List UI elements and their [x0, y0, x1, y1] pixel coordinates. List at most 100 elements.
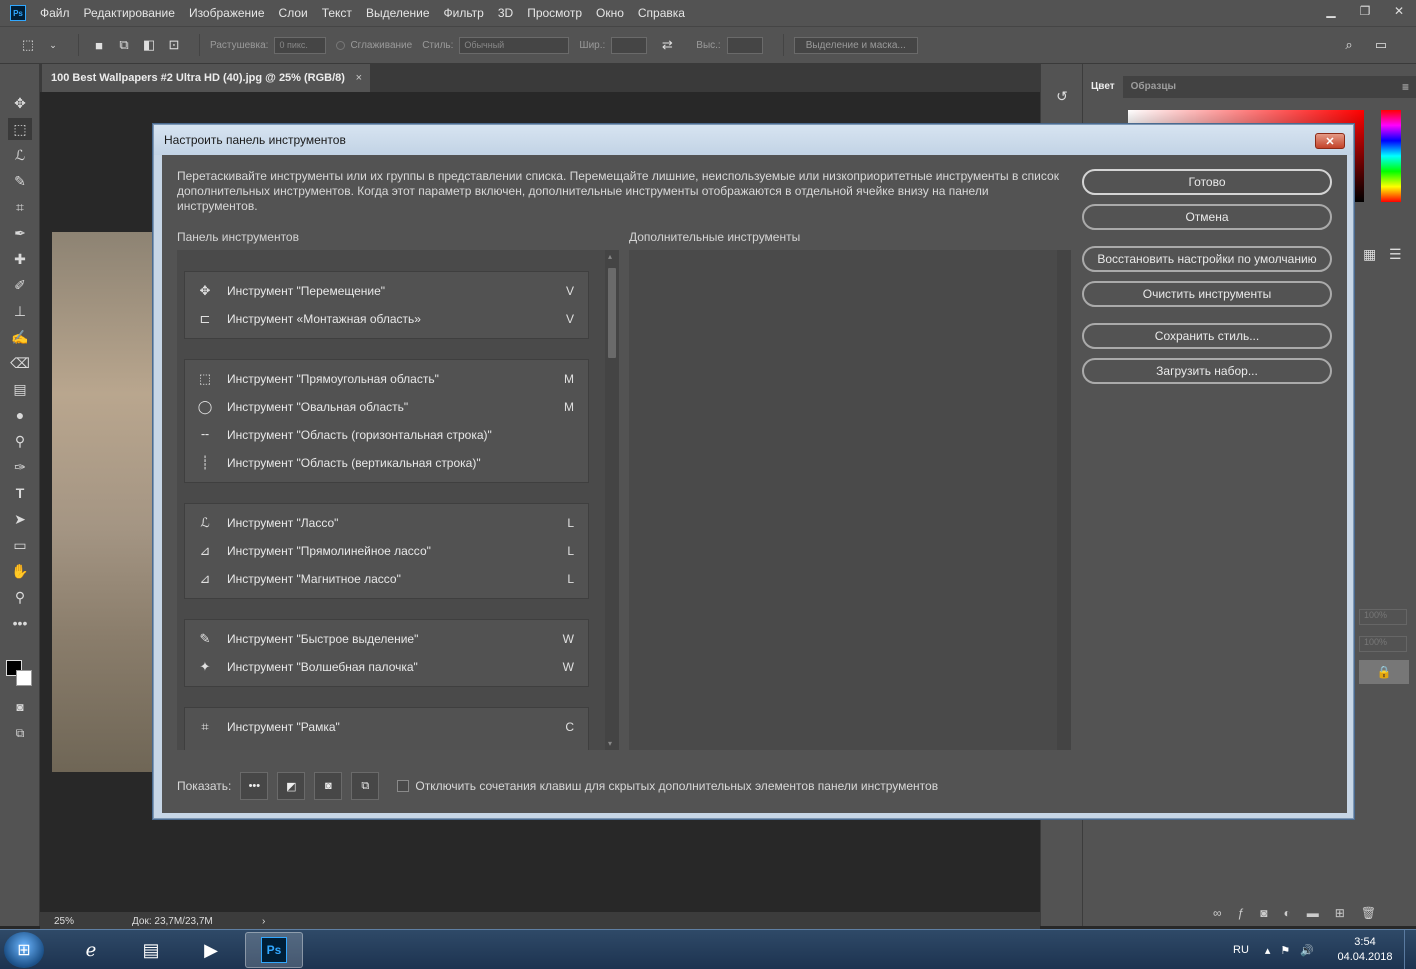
healing-tool-icon[interactable]: ✚ — [8, 248, 32, 270]
document-tab[interactable]: 100 Best Wallpapers #2 Ultra HD (40).jpg… — [42, 64, 370, 92]
add-mask-icon[interactable]: ◙ — [1260, 906, 1267, 920]
screen-mode-icon[interactable]: ⧉ — [351, 772, 380, 800]
list-item[interactable]: ╌ Инструмент "Область (горизонтальная ст… — [185, 421, 590, 449]
adjustment-layer-icon[interactable]: ◐ — [1284, 906, 1291, 920]
status-arrow-icon[interactable]: › — [262, 916, 265, 927]
quick-mask-icon[interactable]: ◙ — [8, 696, 32, 718]
tab-color[interactable]: Цвет — [1083, 76, 1123, 98]
close-window-icon[interactable]: ✕ — [1382, 0, 1416, 22]
hue-slider[interactable] — [1381, 110, 1401, 202]
style-select[interactable]: Обычный — [459, 36, 570, 54]
list-item[interactable]: ⊿ Инструмент "Прямолинейное лассо" L — [185, 537, 590, 565]
menu-help[interactable]: Справка — [638, 6, 685, 20]
list-item[interactable]: ◯ Инструмент "Овальная область" M — [185, 393, 590, 421]
list-item[interactable]: ✦ Инструмент "Волшебная палочка" W — [185, 653, 590, 681]
height-input[interactable] — [726, 36, 763, 54]
gradient-tool-icon[interactable]: ▤ — [8, 378, 32, 400]
pen-tool-icon[interactable]: ✑ — [8, 456, 32, 478]
clock[interactable]: 3:54 04.04.2018 — [1330, 935, 1400, 965]
intersect-selection-icon[interactable]: ⊡ — [164, 35, 184, 55]
link-layers-icon[interactable]: ∞ — [1213, 906, 1222, 920]
network-icon[interactable]: ⚑ — [1280, 944, 1290, 957]
move-tool-icon[interactable]: ✥ — [8, 92, 32, 114]
menu-file[interactable]: Файл — [40, 6, 70, 20]
search-icon[interactable]: ⌕ — [1339, 35, 1359, 55]
brush-tool-icon[interactable]: ✐ — [8, 274, 32, 296]
file-explorer-icon[interactable]: ▤ — [122, 932, 180, 968]
delete-layer-icon[interactable]: 🗑 — [1361, 906, 1376, 920]
minimize-icon[interactable]: ▁ — [1314, 0, 1348, 22]
scroll-up-icon[interactable]: ▴ — [608, 252, 612, 261]
disable-shortcuts-checkbox[interactable] — [397, 780, 410, 792]
scroll-down-icon[interactable]: ▾ — [608, 739, 612, 748]
width-input[interactable] — [611, 36, 648, 54]
cancel-button[interactable]: Отмена — [1082, 204, 1332, 230]
internet-explorer-icon[interactable]: ℯ — [62, 932, 120, 968]
background-color-swatch[interactable] — [16, 670, 32, 686]
tool-group-marquee[interactable]: ⬚ Инструмент "Прямоугольная область" M ◯… — [184, 359, 589, 483]
quick-mask-icon[interactable]: ◙ — [314, 772, 343, 800]
list-item[interactable]: ┊ Инструмент "Область (вертикальная стро… — [185, 449, 590, 477]
list-view-icon[interactable]: ☰ — [1389, 246, 1402, 263]
extra-tools-list[interactable] — [629, 250, 1071, 750]
type-tool-icon[interactable]: T — [8, 482, 32, 504]
rectangle-tool-icon[interactable]: ▭ — [8, 534, 32, 556]
list-scrollbar[interactable]: ▴ ▾ — [605, 250, 619, 750]
opacity-field[interactable]: 100% — [1359, 609, 1407, 625]
list-item[interactable]: ✎ Инструмент "Быстрое выделение" W — [185, 625, 590, 653]
extra-list-scrollbar[interactable] — [1057, 250, 1071, 750]
color-swatches-icon[interactable]: ◩ — [277, 772, 306, 800]
menu-layers[interactable]: Слои — [279, 6, 308, 20]
hand-tool-icon[interactable]: ✋ — [8, 560, 32, 582]
clear-tools-button[interactable]: Очистить инструменты — [1082, 281, 1332, 307]
new-selection-icon[interactable]: ■ — [89, 35, 109, 55]
menu-edit[interactable]: Редактирование — [84, 6, 175, 20]
blur-tool-icon[interactable]: ● — [8, 404, 32, 426]
subtract-selection-icon[interactable]: ◧ — [139, 35, 159, 55]
workspace-icon[interactable]: ▭ — [1371, 35, 1391, 55]
list-item[interactable]: ⬚ Инструмент "Прямоугольная область" M — [185, 365, 590, 393]
scrollbar-thumb[interactable] — [608, 268, 616, 358]
load-preset-button[interactable]: Загрузить набор... — [1082, 358, 1332, 384]
marquee-preset-icon[interactable]: ⬚ — [18, 35, 38, 55]
close-tab-icon[interactable]: × — [356, 72, 362, 84]
panel-menu-icon[interactable]: ≡ — [1402, 76, 1409, 98]
feather-input[interactable]: 0 пикс. — [274, 36, 327, 54]
toolbar-tool-list[interactable]: ✥ Инструмент "Перемещение" V ⊏ Инструмен… — [177, 250, 619, 750]
list-item[interactable]: ✥ Инструмент "Перемещение" V — [185, 277, 590, 305]
menu-image[interactable]: Изображение — [189, 6, 265, 20]
tab-swatches[interactable]: Образцы — [1123, 76, 1184, 98]
history-panel-icon[interactable]: ↺ — [1051, 88, 1073, 110]
eraser-tool-icon[interactable]: ⌫ — [8, 352, 32, 374]
tool-group-lasso[interactable]: ℒ Инструмент "Лассо" L ⊿ Инструмент "Пря… — [184, 503, 589, 599]
add-selection-icon[interactable]: ⧉ — [114, 35, 134, 55]
more-tools-icon[interactable]: ••• — [8, 612, 32, 634]
new-layer-icon[interactable]: ⊞ — [1335, 906, 1345, 920]
menu-window[interactable]: Окно — [596, 6, 624, 20]
grid-view-icon[interactable]: ▦ — [1363, 246, 1376, 263]
volume-icon[interactable]: 🔊 — [1300, 944, 1314, 957]
media-player-icon[interactable]: ▶ — [182, 932, 240, 968]
taskbar-photoshop[interactable]: Ps — [245, 932, 303, 968]
language-indicator[interactable]: RU — [1233, 944, 1249, 956]
lasso-tool-icon[interactable]: ℒ — [8, 144, 32, 166]
list-item[interactable]: ⌗ Инструмент "Рамка" C — [185, 713, 590, 741]
done-button[interactable]: Готово — [1082, 169, 1332, 195]
menu-3d[interactable]: 3D — [498, 6, 513, 20]
tool-group-quick-select[interactable]: ✎ Инструмент "Быстрое выделение" W ✦ Инс… — [184, 619, 589, 687]
path-select-tool-icon[interactable]: ➤ — [8, 508, 32, 530]
list-item[interactable]: ⊿ Инструмент "Магнитное лассо" L — [185, 565, 590, 593]
menu-filter[interactable]: Фильтр — [444, 6, 484, 20]
zoom-tool-icon[interactable]: ⚲ — [8, 586, 32, 608]
quick-select-tool-icon[interactable]: ✎ — [8, 170, 32, 192]
fx-icon[interactable]: ƒ — [1238, 906, 1245, 920]
history-brush-tool-icon[interactable]: ✍ — [8, 326, 32, 348]
save-preset-button[interactable]: Сохранить стиль... — [1082, 323, 1332, 349]
restore-icon[interactable]: ❐ — [1348, 0, 1382, 22]
dropdown-chevron-icon[interactable]: ⌄ — [43, 35, 63, 55]
tray-expand-icon[interactable]: ▴ — [1265, 944, 1271, 957]
list-item[interactable]: ⊏ Инструмент «Монтажная область» V — [185, 305, 590, 333]
screen-mode-icon[interactable]: ⧉ — [8, 722, 32, 744]
tool-group-crop[interactable]: ⌗ Инструмент "Рамка" C — [184, 707, 589, 750]
restore-defaults-button[interactable]: Восстановить настройки по умолчанию — [1082, 246, 1332, 272]
